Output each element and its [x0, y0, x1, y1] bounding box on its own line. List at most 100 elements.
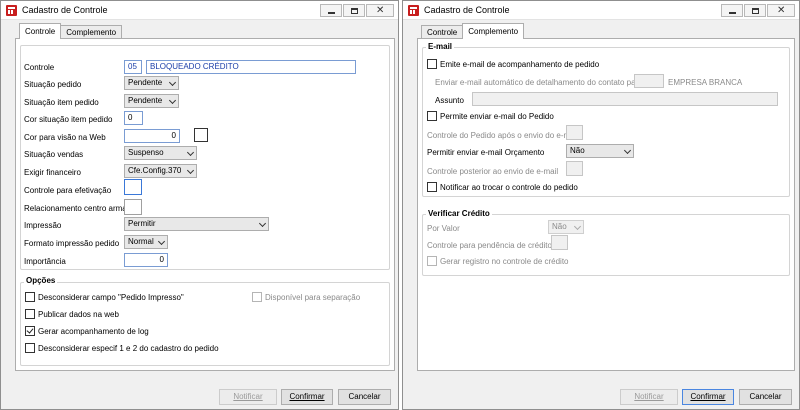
- por-valor-value: Não: [552, 222, 567, 231]
- checkbox-box: [25, 326, 35, 336]
- gerar-registro-checkbox[interactable]: Gerar registro no controle de crédito: [427, 256, 569, 266]
- cor-situacao-label: Cor situação item pedido: [24, 115, 113, 124]
- disponivel-separacao-checkbox[interactable]: Disponível para separação: [252, 292, 360, 302]
- impressao-select[interactable]: Permitir: [124, 217, 269, 231]
- right-window: Cadastro de Controle ✕ Controle Compleme…: [402, 0, 800, 410]
- situacao-item-select[interactable]: Pendente: [124, 94, 179, 108]
- por-valor-label: Por Valor: [427, 224, 460, 233]
- permitir-orcamento-label: Permitir enviar e-mail Orçamento: [427, 148, 545, 157]
- checkbox-box: [427, 111, 437, 121]
- chevron-down-icon: [623, 146, 632, 155]
- desconsiderar-impresso-label: Desconsiderar campo "Pedido Impresso": [38, 292, 184, 302]
- left-titlebar: Cadastro de Controle ✕: [1, 1, 398, 20]
- controle-name-input[interactable]: BLOQUEADO CRÉDITO: [146, 60, 356, 74]
- impressao-label: Impressão: [24, 221, 62, 230]
- exigir-financeiro-label: Exigir financeiro: [24, 168, 81, 177]
- relacionamento-label: Relacionamento centro armaz.: [24, 204, 133, 213]
- formato-select[interactable]: Normal: [124, 235, 168, 249]
- maximize-button[interactable]: [744, 4, 766, 17]
- checkbox-box: [427, 59, 437, 69]
- confirmar-label: Confirmar: [289, 392, 325, 401]
- chevron-down-icon: [186, 148, 195, 157]
- notificar-troca-checkbox[interactable]: Notificar ao trocar o controle do pedido: [427, 182, 578, 192]
- pendencia-label: Controle para pendência de crédito: [427, 241, 552, 250]
- impressao-value: Permitir: [128, 219, 156, 228]
- minimize-button[interactable]: [320, 4, 342, 17]
- window-title: Cadastro de Controle: [22, 5, 108, 15]
- maximize-button[interactable]: [343, 4, 365, 17]
- controle-panel: Controle 05 BLOQUEADO CRÉDITO Situação p…: [15, 38, 395, 371]
- situacao-pedido-select[interactable]: Pendente: [124, 76, 179, 90]
- formato-label: Formato impressão pedido: [24, 239, 120, 248]
- contato-code-input[interactable]: [634, 74, 664, 88]
- chevron-down-icon: [258, 219, 267, 228]
- maximize-icon: [752, 8, 759, 14]
- emite-acompanhamento-checkbox[interactable]: Emite e-mail de acompanhamento de pedido: [427, 59, 599, 69]
- gerar-log-checkbox[interactable]: Gerar acompanhamento de log: [25, 326, 149, 336]
- situacao-item-value: Pendente: [128, 96, 163, 105]
- confirmar-button[interactable]: Confirmar: [281, 389, 333, 405]
- maximize-icon: [351, 8, 358, 14]
- notificar-label: Notificar: [233, 392, 263, 401]
- relacionamento-input[interactable]: [124, 199, 142, 215]
- color-picker-swatch[interactable]: [194, 128, 208, 142]
- cancelar-button[interactable]: Cancelar: [739, 389, 792, 405]
- permitir-orcamento-select[interactable]: Não: [566, 144, 634, 158]
- notificar-button[interactable]: Notificar: [620, 389, 678, 405]
- assunto-input[interactable]: [472, 92, 778, 106]
- app-logo-icon: [6, 5, 17, 16]
- permitir-orcamento-value: Não: [570, 146, 585, 155]
- chevron-down-icon: [168, 78, 177, 87]
- close-button[interactable]: ✕: [366, 4, 394, 17]
- situacao-vendas-value: Suspenso: [128, 148, 164, 157]
- controle-efetivacao-input[interactable]: [124, 179, 142, 195]
- cor-situacao-input[interactable]: 0: [124, 111, 143, 125]
- chevron-down-icon: [157, 237, 166, 246]
- confirmar-label: Confirmar: [690, 392, 726, 401]
- importancia-input[interactable]: 0: [124, 253, 168, 267]
- tab-controle[interactable]: Controle: [421, 25, 464, 39]
- exigir-financeiro-value: Cfe.Config.370: [128, 166, 182, 175]
- tab-complemento[interactable]: Complemento: [462, 23, 525, 39]
- cor-web-input[interactable]: 0: [124, 129, 180, 143]
- right-titlebar: Cadastro de Controle ✕: [403, 1, 799, 20]
- notificar-button[interactable]: Notificar: [219, 389, 277, 405]
- left-window: Cadastro de Controle ✕ Controle Compleme…: [0, 0, 399, 410]
- controle-posterior-input[interactable]: [566, 161, 583, 176]
- close-button[interactable]: ✕: [767, 4, 795, 17]
- publicar-web-checkbox[interactable]: Publicar dados na web: [25, 309, 119, 319]
- desconsiderar-especif-checkbox[interactable]: Desconsiderar especif 1 e 2 do cadastro …: [25, 343, 219, 353]
- cancelar-label: Cancelar: [348, 392, 381, 401]
- tab-controle[interactable]: Controle: [19, 23, 62, 39]
- situacao-vendas-select[interactable]: Suspenso: [124, 146, 197, 160]
- emite-acompanhamento-label: Emite e-mail de acompanhamento de pedido: [440, 59, 600, 69]
- cor-web-label: Cor para visão na Web: [24, 133, 106, 142]
- enviar-automatico-label: Enviar e-mail automático de detalhamento…: [435, 78, 643, 87]
- publicar-web-label: Publicar dados na web: [38, 309, 119, 319]
- permite-enviar-checkbox[interactable]: Permite enviar e-mail do Pedido: [427, 111, 554, 121]
- minimize-icon: [729, 12, 736, 14]
- close-icon: ✕: [777, 5, 786, 16]
- controle-apos-input[interactable]: [566, 125, 583, 140]
- minimize-button[interactable]: [721, 4, 743, 17]
- por-valor-select[interactable]: Não: [548, 220, 584, 234]
- app-logo-icon: [408, 5, 419, 16]
- controle-apos-label: Controle do Pedido após o envio do e-mai…: [427, 131, 579, 140]
- cancelar-button[interactable]: Cancelar: [338, 389, 391, 405]
- situacao-pedido-value: Pendente: [128, 78, 163, 87]
- notificar-label: Notificar: [634, 392, 664, 401]
- chevron-down-icon: [168, 96, 177, 105]
- controle-code-input[interactable]: 05: [124, 60, 142, 74]
- complemento-panel: E-mail Emite e-mail de acompanhamento de…: [417, 38, 795, 371]
- close-icon: ✕: [376, 5, 385, 16]
- confirmar-button[interactable]: Confirmar: [682, 389, 734, 405]
- empresa-label: EMPRESA BRANCA: [668, 78, 743, 87]
- checkbox-box: [25, 343, 35, 353]
- notificar-troca-label: Notificar ao trocar o controle do pedido: [440, 182, 578, 192]
- options-title: Opções: [24, 276, 58, 285]
- controle-posterior-label: Controle posterior ao envio de e-mail: [427, 167, 559, 176]
- pendencia-input[interactable]: [551, 235, 568, 250]
- tab-complemento[interactable]: Complemento: [60, 25, 123, 39]
- exigir-financeiro-select[interactable]: Cfe.Config.370: [124, 164, 197, 178]
- desconsiderar-impresso-checkbox[interactable]: Desconsiderar campo "Pedido Impresso": [25, 292, 184, 302]
